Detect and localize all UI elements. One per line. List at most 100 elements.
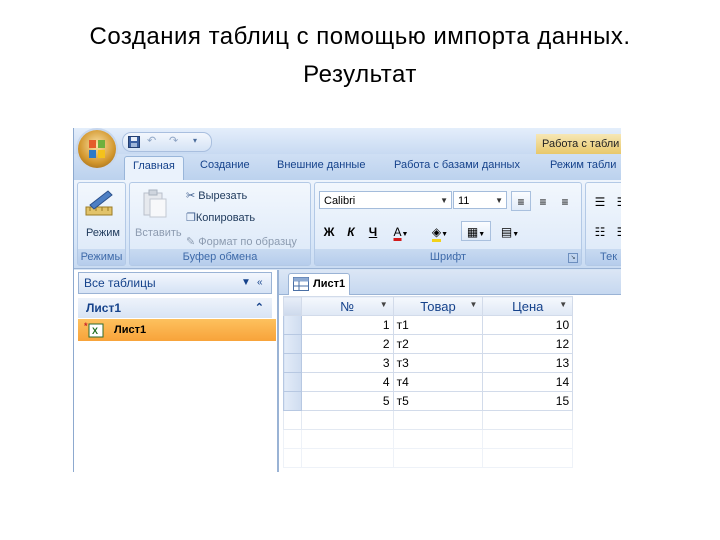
datasheet-grid: № ▼ Товар ▼ Цена ▼ 1 т1 10 2 т2 12 3 т3 … bbox=[283, 296, 621, 468]
view-mode-button[interactable]: Режим bbox=[86, 227, 120, 239]
copy-button[interactable]: ❐Копировать bbox=[186, 211, 255, 224]
tab-home[interactable]: Главная bbox=[124, 156, 184, 180]
slide-title-line2: Результат bbox=[303, 61, 417, 88]
align-left-button[interactable]: ≡ bbox=[511, 191, 531, 211]
empty-cell bbox=[573, 335, 621, 354]
cut-button[interactable]: ✂ Вырезать bbox=[186, 189, 247, 202]
row-selector[interactable] bbox=[283, 334, 302, 354]
linked-excel-table-icon: * X bbox=[84, 321, 104, 338]
select-all-cell[interactable] bbox=[283, 296, 302, 316]
title-bar: ↶ ↷ ▾ Работа с табли bbox=[74, 128, 621, 154]
italic-button[interactable]: К bbox=[341, 221, 361, 241]
redo-icon[interactable]: ↷ bbox=[169, 135, 181, 147]
new-cell[interactable] bbox=[392, 410, 484, 430]
qat-dropdown-icon[interactable]: ▾ bbox=[193, 135, 205, 147]
tab-datasheet[interactable]: Режим табли bbox=[550, 159, 616, 171]
sort-arrow-icon[interactable]: ▼ bbox=[380, 300, 388, 309]
context-tab-title: Работа с табли bbox=[536, 134, 621, 154]
nav-item-table[interactable]: * X Лист1 bbox=[78, 319, 276, 341]
font-name-value: Calibri bbox=[324, 195, 356, 207]
font-color-button[interactable]: А▼ bbox=[387, 221, 415, 241]
empty-cell bbox=[283, 448, 302, 468]
bullets-button[interactable]: ☰ bbox=[590, 191, 610, 211]
row-selector[interactable] bbox=[283, 391, 302, 411]
empty-cell bbox=[392, 448, 484, 468]
sort-arrow-icon[interactable]: ▼ bbox=[559, 300, 567, 309]
tab-external-data[interactable]: Внешние данные bbox=[277, 159, 365, 171]
cell-price[interactable]: 12 bbox=[482, 334, 574, 354]
list-button[interactable]: ☷ bbox=[590, 221, 610, 241]
cell-price[interactable]: 14 bbox=[482, 372, 574, 392]
new-cell[interactable] bbox=[482, 410, 574, 430]
empty-cell bbox=[392, 429, 484, 449]
fill-color-button[interactable]: ◈▼ bbox=[423, 221, 457, 242]
empty-cell bbox=[482, 448, 574, 468]
paste-button[interactable]: Вставить bbox=[135, 227, 182, 239]
svg-text:X: X bbox=[92, 326, 98, 336]
row-selector[interactable] bbox=[283, 353, 302, 373]
cell-num[interactable]: 2 bbox=[300, 334, 394, 354]
column-header-item[interactable]: Товар ▼ bbox=[392, 296, 484, 316]
cell-item[interactable]: т3 bbox=[392, 353, 484, 373]
empty-cell bbox=[573, 354, 621, 373]
undo-icon[interactable]: ↶ bbox=[147, 135, 159, 147]
cell-item[interactable]: т1 bbox=[392, 315, 484, 335]
cell-price[interactable]: 13 bbox=[482, 353, 574, 373]
chevron-down-icon: ▼ bbox=[478, 231, 486, 238]
underline-button[interactable]: Ч bbox=[363, 221, 383, 241]
chevron-down-icon[interactable]: ▼ bbox=[241, 273, 251, 293]
paste-icon[interactable] bbox=[142, 189, 168, 219]
ribbon: Режим Режимы Вставить ✂ Вырезать ❐Копиро… bbox=[74, 180, 621, 269]
collapse-group-icon[interactable]: ⌃ bbox=[255, 298, 264, 318]
nav-group-header[interactable]: Лист1 ⌃ bbox=[78, 298, 272, 318]
alternate-fill-icon: ▤ bbox=[500, 225, 513, 239]
view-mode-icon[interactable] bbox=[84, 189, 116, 221]
empty-cell bbox=[300, 448, 394, 468]
save-icon[interactable] bbox=[128, 135, 140, 148]
row-selector[interactable] bbox=[283, 372, 302, 392]
cell-price[interactable]: 10 bbox=[482, 315, 574, 335]
format-painter-icon: ✎ bbox=[186, 236, 196, 248]
gridlines-button[interactable]: ▦▼ bbox=[461, 221, 491, 241]
alternate-fill-button[interactable]: ▤▼ bbox=[495, 221, 525, 241]
cell-price[interactable]: 15 bbox=[482, 391, 574, 411]
row-selector[interactable] bbox=[283, 315, 302, 335]
cell-num[interactable]: 4 bbox=[300, 372, 394, 392]
office-button-icon[interactable] bbox=[78, 130, 116, 168]
align-right-button[interactable]: ≡ bbox=[555, 191, 575, 211]
sort-arrow-icon[interactable]: ▼ bbox=[469, 300, 477, 309]
chevron-down-icon: ▼ bbox=[441, 231, 449, 238]
navigation-pane: Все таблицы ▼ « Лист1 ⌃ * X Лист1 bbox=[74, 270, 279, 472]
new-cell[interactable] bbox=[300, 410, 394, 430]
cell-num[interactable]: 1 bbox=[300, 315, 394, 335]
indent-button[interactable]: ☰ bbox=[612, 191, 621, 211]
nav-pane-header[interactable]: Все таблицы ▼ « bbox=[78, 272, 272, 294]
dialog-launcher-icon[interactable]: ↘ bbox=[568, 253, 578, 263]
slide-title: Создания таблиц с помощью импорта данных… bbox=[0, 18, 720, 94]
cell-item[interactable]: т5 bbox=[392, 391, 484, 411]
font-name-select[interactable]: Calibri ▼ bbox=[319, 191, 452, 209]
slide-title-line1: Создания таблиц с помощью импорта данных… bbox=[89, 23, 631, 50]
document-tab[interactable]: Лист1 bbox=[288, 273, 350, 295]
align-button[interactable]: ☷ bbox=[612, 221, 621, 241]
font-size-select[interactable]: 11 ▼ bbox=[453, 191, 507, 209]
tab-create[interactable]: Создание bbox=[200, 159, 250, 171]
align-center-button[interactable]: ≡ bbox=[533, 191, 553, 211]
new-row-selector[interactable] bbox=[283, 410, 302, 430]
cell-item[interactable]: т4 bbox=[392, 372, 484, 392]
collapse-pane-icon[interactable]: « bbox=[257, 273, 263, 293]
bold-button[interactable]: Ж bbox=[319, 221, 339, 241]
nav-pane-title: Все таблицы bbox=[84, 276, 156, 290]
empty-column-header bbox=[572, 296, 621, 316]
copy-label: Копировать bbox=[195, 212, 256, 224]
datasheet-area: Лист1 № ▼ Товар ▼ Цена ▼ 1 т1 10 2 т2 12… bbox=[279, 270, 621, 472]
document-tab-label: Лист1 bbox=[313, 278, 346, 290]
column-header-num[interactable]: № ▼ bbox=[300, 296, 394, 316]
cell-item[interactable]: т2 bbox=[392, 334, 484, 354]
column-header-price[interactable]: Цена ▼ bbox=[482, 296, 574, 316]
cell-num[interactable]: 5 bbox=[300, 391, 394, 411]
empty-cell bbox=[283, 429, 302, 449]
tab-database-tools[interactable]: Работа с базами данных bbox=[394, 159, 520, 171]
format-painter-button[interactable]: ✎ Формат по образцу bbox=[186, 235, 297, 248]
cell-num[interactable]: 3 bbox=[300, 353, 394, 373]
